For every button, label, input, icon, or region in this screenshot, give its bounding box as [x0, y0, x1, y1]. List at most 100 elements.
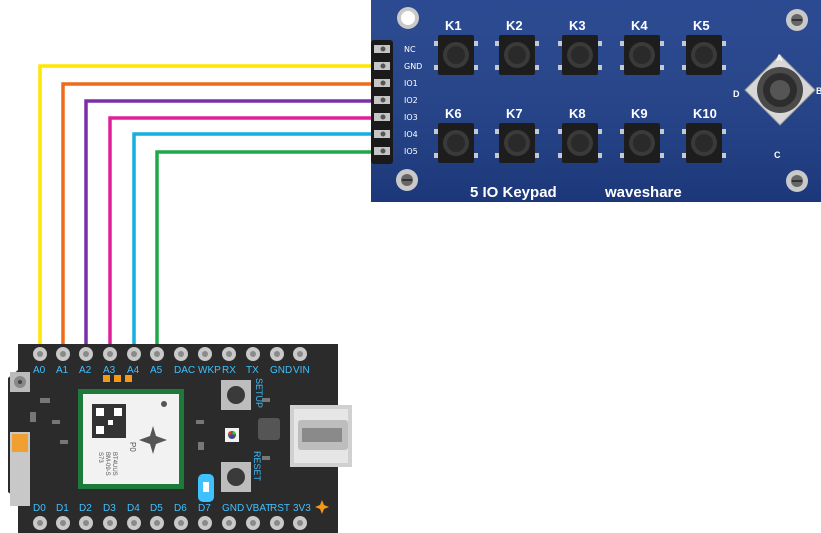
- key-k1[interactable]: [434, 35, 478, 75]
- pin-label: A3: [103, 365, 116, 376]
- pin-label: A0: [33, 365, 46, 376]
- mount-hole-br: [786, 170, 808, 192]
- pin1-marker: [161, 401, 167, 407]
- particle-board: A0 A1 A2 A3 A4 A5 DAC WKP RX TX GND VIN D0 D1 D2 D3 D4 D…: [8, 344, 352, 533]
- pin-a3: [103, 347, 117, 361]
- battery-connector: [10, 432, 30, 506]
- wire-a0-nc: [38, 64, 371, 345]
- pin-label: D6: [174, 503, 187, 514]
- smd-part: [198, 442, 204, 450]
- key-label: K3: [569, 18, 586, 33]
- pin-vbat: [246, 516, 260, 530]
- d7-led: [198, 474, 214, 502]
- pin-label: A5: [150, 365, 163, 376]
- usb-connector[interactable]: [290, 405, 352, 467]
- key-label: K6: [445, 106, 462, 121]
- header-pin-label: IO3: [404, 113, 418, 122]
- joystick-dir-c: C: [774, 150, 781, 160]
- pin-a0: [33, 347, 47, 361]
- pin-label: A1: [56, 365, 69, 376]
- module-text-1: BT4UUS: [111, 452, 117, 476]
- pin-label: D1: [56, 503, 69, 514]
- pin-a5: [150, 347, 164, 361]
- keypad-pcb-shade: [371, 0, 821, 202]
- joystick-dir-b: B: [816, 86, 821, 96]
- wires: [38, 64, 371, 345]
- wire-a5-io4: [155, 150, 371, 345]
- module-text-2: BM-09-S: [104, 452, 110, 476]
- reset-button[interactable]: [221, 462, 251, 492]
- header-pin-label: IO4: [404, 130, 418, 139]
- pin-label: GND: [270, 365, 292, 376]
- pin-label: A2: [79, 365, 92, 376]
- header-pin-hole: [380, 80, 386, 86]
- key-k6[interactable]: [434, 123, 478, 163]
- wiring-diagram: NC GND IO1 IO2 IO3 IO4 IO5 K1 K2 K3 K4 K5 K6 K7 K8 K9 K…: [8, 0, 821, 533]
- header-pin-label: IO1: [404, 79, 418, 88]
- key-k2[interactable]: [495, 35, 539, 75]
- reset-label: RESET: [252, 451, 262, 482]
- pin-label: WKP: [198, 365, 221, 376]
- key-label: K10: [693, 106, 717, 121]
- setup-label: SETUP: [254, 378, 264, 408]
- header-pin-label: IO5: [404, 147, 418, 156]
- key-k10[interactable]: [682, 123, 726, 163]
- module-text-3: S73: [97, 452, 103, 463]
- pin-d7: [198, 516, 212, 530]
- header-pin-label: GND: [404, 62, 422, 71]
- pin-label: TX: [246, 365, 259, 376]
- pin-dac: [174, 347, 188, 361]
- keypad-module: NC GND IO1 IO2 IO3 IO4 IO5 K1 K2 K3 K4 K5 K6 K7 K8 K9 K…: [371, 0, 821, 202]
- status-led-3: [125, 375, 132, 382]
- pin-label: RX: [222, 365, 236, 376]
- setup-button[interactable]: [221, 380, 251, 410]
- pin-rst: [270, 516, 284, 530]
- header-pin-hole: [380, 114, 386, 120]
- key-k3[interactable]: [558, 35, 602, 75]
- pin-a4: [127, 347, 141, 361]
- pin-label: D0: [33, 503, 46, 514]
- pin-d6: [174, 516, 188, 530]
- header-pin-hole: [380, 148, 386, 154]
- mount-hole-tr: [786, 9, 808, 31]
- pin-label: D4: [127, 503, 140, 514]
- pin-label: D3: [103, 503, 116, 514]
- pin-label: VBAT: [246, 503, 271, 514]
- header-pin-label: IO2: [404, 96, 418, 105]
- key-k8[interactable]: [558, 123, 602, 163]
- joystick-dir-d: D: [733, 89, 740, 99]
- pin-a2: [79, 347, 93, 361]
- wire-a2-io1: [84, 99, 371, 345]
- key-label: K1: [445, 18, 462, 33]
- joystick-dir-a: A: [776, 53, 783, 63]
- pin-wkp: [198, 347, 212, 361]
- pin-tx: [246, 347, 260, 361]
- pin-label: D5: [150, 503, 163, 514]
- key-label: K4: [631, 18, 648, 33]
- pin-label: GND: [222, 503, 244, 514]
- keypad-brand: waveshare: [604, 184, 682, 201]
- rgb-led: [225, 428, 239, 442]
- pin-d2: [79, 516, 93, 530]
- pin-gnd: [222, 516, 236, 530]
- status-led-2: [114, 375, 121, 382]
- pin-rx: [222, 347, 236, 361]
- pin-d4: [127, 516, 141, 530]
- pin-3v3: [293, 516, 307, 530]
- smd-part: [30, 412, 36, 422]
- smd-part: [262, 456, 270, 460]
- key-k4[interactable]: [620, 35, 664, 75]
- pin-label: 3V3: [293, 503, 311, 514]
- pin-label: VIN: [293, 365, 310, 376]
- key-k9[interactable]: [620, 123, 664, 163]
- wifi-module: P0 BT4UUS BM-09-S S73: [78, 389, 184, 489]
- header-pin-hole: [380, 131, 386, 137]
- header-pin-hole: [380, 46, 386, 52]
- key-label: K7: [506, 106, 523, 121]
- key-k5[interactable]: [682, 35, 726, 75]
- pin-d5: [150, 516, 164, 530]
- key-k7[interactable]: [495, 123, 539, 163]
- key-label: K8: [569, 106, 586, 121]
- pin-a1: [56, 347, 70, 361]
- pin-label: RST: [270, 503, 290, 514]
